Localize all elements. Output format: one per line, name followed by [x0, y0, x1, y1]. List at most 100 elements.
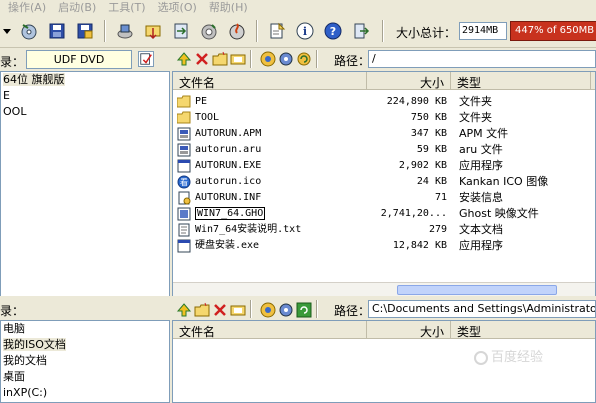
toolbar-separator	[316, 300, 318, 318]
svg-text:?: ?	[330, 25, 336, 38]
file-row[interactable]: 硬盘安装.exe 12,842 KB 应用程序	[173, 238, 595, 254]
local-path-label: 路径：	[334, 304, 371, 318]
settings-icon[interactable]	[278, 51, 294, 67]
local-path-input[interactable]: C:\Documents and Settings\Administrator	[368, 300, 596, 318]
exe-file-icon	[177, 159, 191, 173]
file-row[interactable]: WIN7_64.GHO 2,741,20... Ghost 映像文件	[173, 206, 595, 222]
add-files-icon[interactable]	[260, 302, 276, 318]
rename-field[interactable]: WIN7_64.GHO	[195, 206, 266, 222]
column-header-type[interactable]: 类型	[451, 321, 595, 339]
tree-item-computer[interactable]: 电脑	[1, 321, 169, 337]
tree-item-drive-c[interactable]: inXP(C:)	[1, 385, 169, 401]
up-arrow-icon[interactable]	[176, 51, 192, 67]
file-row[interactable]: TOOL 750 KB 文件夹	[173, 110, 595, 126]
delete-icon[interactable]	[194, 51, 210, 67]
folder-icon	[177, 111, 191, 124]
local-label-bar: 录：	[0, 300, 170, 320]
refresh-icon[interactable]	[296, 302, 312, 318]
convert-icon[interactable]	[172, 22, 190, 40]
total-size-label: 大小总计：	[396, 26, 457, 40]
local-pane-toolbar: 路径： C:\Documents and Settings\Administra…	[172, 300, 596, 320]
ghost-file-icon	[177, 207, 191, 221]
refresh-icon[interactable]	[296, 51, 312, 67]
tree-item-tool[interactable]: OOL	[1, 104, 169, 120]
new-folder-icon[interactable]	[212, 51, 228, 67]
up-arrow-icon[interactable]	[176, 302, 192, 318]
watermark-logo-icon	[474, 350, 488, 365]
edit-label-icon[interactable]	[138, 51, 154, 67]
iso-path-input[interactable]: /	[368, 50, 596, 68]
new-file-icon[interactable]	[268, 22, 286, 40]
local-label-caption: 录：	[0, 304, 25, 318]
menu-tools[interactable]: 工具(T)	[100, 0, 149, 15]
mount-icon[interactable]	[116, 22, 134, 40]
exit-icon[interactable]	[352, 22, 370, 40]
column-header-filler	[591, 72, 595, 90]
file-row[interactable]: autorun.aru 59 KB aru 文件	[173, 142, 595, 158]
settings-icon[interactable]	[278, 302, 294, 318]
kankan-ico-icon: 看	[177, 175, 191, 189]
main-toolbar: i ? 大小总计： 2914MB 447% of 650MB	[0, 14, 596, 48]
info-icon[interactable]: i	[296, 22, 314, 40]
horizontal-scrollbar[interactable]	[173, 282, 595, 296]
watermark: 百度经验	[474, 346, 574, 366]
svg-text:看: 看	[180, 178, 188, 187]
txt-file-icon	[178, 223, 190, 237]
rename-icon[interactable]	[230, 51, 246, 67]
tree-item-my-iso[interactable]: 我的ISO文档	[1, 337, 169, 353]
rename-icon[interactable]	[230, 302, 246, 318]
total-size-value: 2914MB	[459, 22, 507, 40]
aru-file-icon	[177, 143, 191, 157]
menu-boot[interactable]: 启动(B)	[50, 0, 100, 15]
iso-tree-pane: 64位 旗舰版 E OOL	[0, 71, 170, 297]
capacity-indicator[interactable]: 447% of 650MB	[510, 21, 596, 41]
dropdown-arrow-icon[interactable]	[2, 22, 12, 40]
toolbar-separator	[250, 50, 252, 68]
iso-path-label: 路径：	[334, 54, 371, 68]
svg-text:i: i	[303, 25, 307, 38]
file-row[interactable]: AUTORUN.APM 347 KB APM 文件	[173, 126, 595, 142]
folder-icon	[177, 95, 191, 108]
iso-file-list: 文件名 大小 类型 PE 224,890 KB 文件夹 TOOL 750 KB …	[172, 71, 596, 297]
file-row[interactable]: AUTORUN.INF 71 安装信息	[173, 190, 595, 206]
column-header-name[interactable]: 文件名	[173, 72, 367, 90]
inf-file-icon	[178, 191, 191, 205]
add-files-icon[interactable]	[260, 51, 276, 67]
extract-icon[interactable]	[144, 22, 162, 40]
column-header-name[interactable]: 文件名	[173, 321, 367, 339]
file-row[interactable]: AUTORUN.EXE 2,902 KB 应用程序	[173, 158, 595, 174]
apm-file-icon	[177, 127, 191, 141]
menu-action[interactable]: 操作(A)	[0, 0, 50, 15]
delete-icon[interactable]	[212, 302, 228, 318]
toolbar-separator	[256, 20, 258, 42]
save-icon[interactable]	[48, 22, 66, 40]
menu-bar: 操作(A) 启动(B) 工具(T) 选项(O) 帮助(H)	[0, 0, 596, 14]
column-header-size[interactable]: 大小	[367, 72, 451, 90]
toolbar-separator	[104, 20, 106, 42]
disc-label-caption: 录：	[0, 55, 25, 69]
disc-label-bar: 录： UDF DVD	[0, 49, 170, 71]
file-row[interactable]: Win7_64安装说明.txt 279 文本文档	[173, 222, 595, 238]
cd-icon[interactable]	[20, 22, 38, 40]
column-header-size[interactable]: 大小	[367, 321, 451, 339]
file-row[interactable]: 看 autorun.ico 24 KB Kankan ICO 图像	[173, 174, 595, 190]
properties-icon[interactable]	[200, 22, 218, 40]
toolbar-separator	[382, 20, 384, 42]
tree-item-desktop[interactable]: 桌面	[1, 369, 169, 385]
disc-name-input[interactable]: UDF DVD	[26, 50, 132, 69]
exe-file-icon	[177, 239, 191, 253]
burn-icon[interactable]	[228, 22, 246, 40]
menu-options[interactable]: 选项(O)	[150, 0, 201, 15]
toolbar-separator	[250, 300, 252, 318]
tree-item-root[interactable]: 64位 旗舰版	[1, 72, 169, 88]
save-as-icon[interactable]	[76, 22, 94, 40]
menu-help[interactable]: 帮助(H)	[201, 0, 252, 15]
scrollbar-thumb[interactable]	[397, 285, 557, 295]
column-header-type[interactable]: 类型	[451, 72, 591, 90]
toolbar-separator	[316, 50, 318, 68]
help-icon[interactable]: ?	[324, 22, 342, 40]
tree-item-pe[interactable]: E	[1, 88, 169, 104]
file-row[interactable]: PE 224,890 KB 文件夹	[173, 94, 595, 110]
tree-item-my-documents[interactable]: 我的文档	[1, 353, 169, 369]
new-folder-icon[interactable]	[194, 302, 210, 318]
